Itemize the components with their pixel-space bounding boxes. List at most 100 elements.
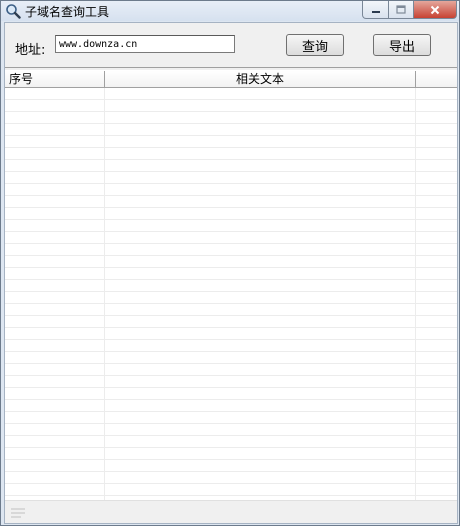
export-button[interactable]: 导出: [373, 34, 431, 56]
table-row[interactable]: [5, 388, 457, 400]
table-row[interactable]: [5, 112, 457, 124]
table-row[interactable]: [5, 256, 457, 268]
table-cell: [105, 400, 416, 411]
query-button[interactable]: 查询: [286, 34, 344, 56]
table-row[interactable]: [5, 304, 457, 316]
column-header-text[interactable]: 相关文本: [105, 71, 416, 87]
table-cell: [416, 148, 457, 159]
table-cell: [5, 124, 105, 135]
table-row[interactable]: [5, 364, 457, 376]
table-row[interactable]: [5, 232, 457, 244]
table-cell: [105, 364, 416, 375]
table-row[interactable]: [5, 460, 457, 472]
table-cell: [416, 484, 457, 495]
table-cell: [416, 136, 457, 147]
table-row[interactable]: [5, 136, 457, 148]
table-row[interactable]: [5, 316, 457, 328]
table-row[interactable]: [5, 160, 457, 172]
table-cell: [105, 244, 416, 255]
table-row[interactable]: [5, 280, 457, 292]
table-cell: [5, 280, 105, 291]
table-cell: [5, 328, 105, 339]
table-row[interactable]: [5, 244, 457, 256]
column-header-extra[interactable]: [416, 71, 457, 87]
table-cell: [416, 172, 457, 183]
table-cell: [416, 196, 457, 207]
table-cell: [105, 280, 416, 291]
table-row[interactable]: [5, 472, 457, 484]
table-cell: [105, 256, 416, 267]
minimize-icon: [371, 10, 380, 13]
table-cell: [416, 220, 457, 231]
results-table[interactable]: 序号 相关文本: [5, 70, 457, 523]
table-cell: [5, 88, 105, 99]
table-row[interactable]: [5, 172, 457, 184]
table-cell: [105, 112, 416, 123]
close-icon: [430, 5, 440, 14]
address-label: 地址:: [15, 43, 46, 58]
table-cell: [416, 124, 457, 135]
table-cell: [5, 268, 105, 279]
table-cell: [5, 472, 105, 483]
table-row[interactable]: [5, 148, 457, 160]
client-area: 地址: www.downza.cn 查询 导出 序号 相关文本: [4, 22, 458, 524]
table-row[interactable]: [5, 484, 457, 496]
table-cell: [5, 448, 105, 459]
table-row[interactable]: [5, 436, 457, 448]
table-row[interactable]: [5, 400, 457, 412]
table-cell: [105, 436, 416, 447]
table-cell: [5, 208, 105, 219]
table-row[interactable]: [5, 412, 457, 424]
close-button[interactable]: [414, 1, 457, 19]
title-bar[interactable]: 子域名查询工具: [1, 1, 459, 21]
table-row[interactable]: [5, 100, 457, 112]
magnifier-icon: [6, 4, 21, 19]
table-row[interactable]: [5, 292, 457, 304]
table-row[interactable]: [5, 268, 457, 280]
table-cell: [105, 196, 416, 207]
table-row[interactable]: [5, 424, 457, 436]
table-row[interactable]: [5, 208, 457, 220]
table-row[interactable]: [5, 220, 457, 232]
table-cell: [416, 472, 457, 483]
table-row[interactable]: [5, 352, 457, 364]
table-cell: [5, 460, 105, 471]
table-cell: [416, 184, 457, 195]
table-cell: [105, 328, 416, 339]
table-cell: [105, 208, 416, 219]
table-row[interactable]: [5, 184, 457, 196]
table-cell: [105, 472, 416, 483]
table-row[interactable]: [5, 328, 457, 340]
table-cell: [5, 172, 105, 183]
table-cell: [105, 160, 416, 171]
table-cell: [5, 364, 105, 375]
table-cell: [5, 436, 105, 447]
window-title: 子域名查询工具: [25, 5, 110, 19]
table-row[interactable]: [5, 88, 457, 100]
table-row[interactable]: [5, 124, 457, 136]
table-cell: [416, 100, 457, 111]
table-cell: [105, 304, 416, 315]
table-row[interactable]: [5, 448, 457, 460]
table-cell: [416, 460, 457, 471]
app-window: 子域名查询工具 地址: www.downza.cn 查询 导出 序号 相关文本: [0, 0, 460, 526]
window-controls: [362, 1, 457, 19]
column-header-index[interactable]: 序号: [5, 71, 105, 87]
status-bar: [5, 500, 457, 523]
table-cell: [105, 232, 416, 243]
address-input[interactable]: www.downza.cn: [55, 35, 235, 53]
table-cell: [416, 328, 457, 339]
table-cell: [416, 412, 457, 423]
table-cell: [105, 172, 416, 183]
table-row[interactable]: [5, 196, 457, 208]
maximize-button[interactable]: [389, 1, 414, 19]
table-cell: [416, 292, 457, 303]
resize-grip-icon: [11, 508, 25, 518]
table-row[interactable]: [5, 376, 457, 388]
table-row[interactable]: [5, 340, 457, 352]
table-cell: [5, 112, 105, 123]
table-cell: [105, 352, 416, 363]
table-cell: [105, 316, 416, 327]
table-cell: [105, 340, 416, 351]
minimize-button[interactable]: [362, 1, 389, 19]
